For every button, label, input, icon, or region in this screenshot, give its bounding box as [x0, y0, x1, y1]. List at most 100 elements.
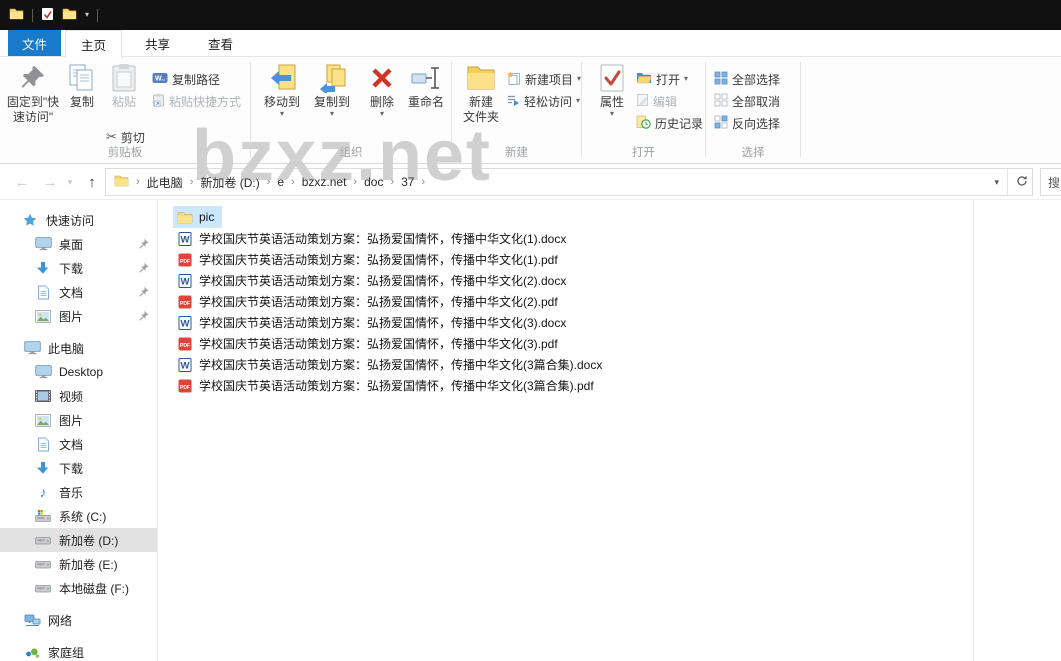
- breadcrumb-item-drive-d[interactable]: 新加卷 (D:): [200, 174, 259, 191]
- video-icon: [34, 390, 52, 402]
- folder-icon[interactable]: [9, 8, 24, 23]
- edit-button[interactable]: 编辑: [636, 91, 677, 111]
- copy-to-button[interactable]: 复制到 ▾: [308, 60, 356, 118]
- breadcrumb[interactable]: › 此电脑 › 新加卷 (D:) › e › bzxz.net › doc › …: [105, 168, 1033, 196]
- sidebar-item-documents[interactable]: 文档: [0, 280, 157, 304]
- sidebar-item-homegroup[interactable]: 家庭组: [0, 640, 157, 661]
- move-to-button[interactable]: 移动到 ▾: [258, 60, 306, 118]
- sidebar-item-pictures[interactable]: 图片: [0, 304, 157, 328]
- delete-button[interactable]: 删除 ▾: [362, 60, 402, 118]
- sidebar-item-drive-c[interactable]: 系统 (C:): [0, 504, 157, 528]
- chevron-icon[interactable]: ›: [390, 176, 394, 188]
- new-item-button[interactable]: 新建项目 ▾: [506, 69, 581, 89]
- easy-access-button[interactable]: 轻松访问 ▾: [506, 91, 580, 111]
- recent-locations-chevron-icon[interactable]: ▾: [62, 164, 78, 200]
- pdf-file-icon: PDF: [177, 295, 193, 309]
- svg-text:W: W: [181, 276, 190, 287]
- sidebar-item-downloads-pc[interactable]: 下载: [0, 456, 157, 480]
- file-item-pdf[interactable]: PDF 学校国庆节英语活动策划方案：弘扬爱国情怀，传播中华文化(3).pdf: [173, 333, 566, 354]
- chevron-down-icon: ▾: [330, 110, 334, 118]
- edit-icon: [636, 93, 649, 110]
- folder-icon[interactable]: [62, 8, 77, 23]
- sidebar-item-downloads[interactable]: 下载: [0, 256, 157, 280]
- tab-share[interactable]: 共享: [130, 30, 185, 56]
- breadcrumb-item-37[interactable]: 37: [401, 175, 414, 189]
- file-item-docx[interactable]: W 学校国庆节英语活动策划方案：弘扬爱国情怀，传播中华文化(3).docx: [173, 312, 574, 333]
- file-item-pdf[interactable]: PDF 学校国庆节英语活动策划方案：弘扬爱国情怀，传播中华文化(2).pdf: [173, 291, 566, 312]
- up-button[interactable]: ↑: [80, 164, 104, 200]
- system-drive-icon: [34, 510, 52, 522]
- word-file-icon: W: [177, 316, 193, 330]
- paste-shortcut-button[interactable]: 粘贴快捷方式: [152, 91, 241, 111]
- breadcrumb-item-this-pc[interactable]: 此电脑: [147, 174, 183, 191]
- svg-text:W..: W..: [155, 75, 165, 82]
- search-input[interactable]: 搜: [1040, 168, 1061, 196]
- select-all-button[interactable]: 全部选择: [714, 69, 780, 89]
- ribbon-tabs: 文件 主页 共享 查看: [0, 30, 1061, 57]
- file-item-pdf[interactable]: PDF 学校国庆节英语活动策划方案：弘扬爱国情怀，传播中华文化(1).pdf: [173, 249, 566, 270]
- sidebar-item-drive-d[interactable]: 新加卷 (D:): [0, 528, 157, 552]
- sidebar-item-this-pc[interactable]: 此电脑: [0, 336, 157, 360]
- rename-button[interactable]: 重命名: [403, 60, 449, 110]
- history-icon: [636, 115, 651, 132]
- invert-selection-button[interactable]: 反向选择: [714, 113, 780, 133]
- sidebar-item-videos[interactable]: 视频: [0, 384, 157, 408]
- open-button[interactable]: 打开 ▾: [636, 69, 688, 89]
- chevron-icon[interactable]: ›: [353, 176, 357, 188]
- tab-view[interactable]: 查看: [193, 30, 248, 56]
- breadcrumb-item-doc[interactable]: doc: [364, 175, 383, 189]
- computer-icon: [23, 341, 41, 355]
- chevron-down-icon[interactable]: ▾: [85, 11, 89, 19]
- tab-home[interactable]: 主页: [65, 30, 122, 58]
- properties-icon: [599, 60, 625, 95]
- new-folder-button[interactable]: 新建 文件夹: [458, 60, 504, 125]
- select-none-button[interactable]: 全部取消: [714, 91, 780, 111]
- select-all-icon: [714, 71, 728, 88]
- navigation-pane: 快速访问 桌面 下载 文档 图片 此电脑 Desktop 视频 图片 文档: [0, 200, 157, 661]
- breadcrumb-item-e[interactable]: e: [277, 175, 284, 189]
- sidebar-item-drive-f[interactable]: 本地磁盘 (F:): [0, 576, 157, 600]
- folder-item-pic[interactable]: pic: [173, 206, 222, 228]
- refresh-icon[interactable]: [1016, 175, 1028, 190]
- paste-button[interactable]: 粘贴: [102, 60, 146, 110]
- sidebar-item-documents-pc[interactable]: 文档: [0, 432, 157, 456]
- file-item-docx[interactable]: W 学校国庆节英语活动策划方案：弘扬爱国情怀，传播中华文化(1).docx: [173, 228, 574, 249]
- picture-icon: [34, 414, 52, 427]
- chevron-icon[interactable]: ›: [190, 176, 194, 188]
- sidebar-item-pictures-pc[interactable]: 图片: [0, 408, 157, 432]
- chevron-icon[interactable]: ›: [421, 176, 425, 188]
- sidebar-item-desktop[interactable]: 桌面: [0, 232, 157, 256]
- file-item-docx[interactable]: W 学校国庆节英语活动策划方案：弘扬爱国情怀，传播中华文化(2).docx: [173, 270, 574, 291]
- file-item-docx[interactable]: W 学校国庆节英语活动策划方案：弘扬爱国情怀，传播中华文化(3篇合集).docx: [173, 354, 610, 375]
- pin-icon: [20, 60, 46, 95]
- copy-button[interactable]: 复制: [62, 60, 102, 110]
- sidebar-item-desktop-folder[interactable]: Desktop: [0, 360, 157, 384]
- group-select: 全部选择 全部取消 反向选择 选择: [706, 57, 800, 163]
- history-button[interactable]: 历史记录: [636, 113, 703, 133]
- sidebar-item-music[interactable]: ♪ 音乐: [0, 480, 157, 504]
- copy-path-button[interactable]: W.. 复制路径: [152, 69, 220, 89]
- copy-icon: [68, 60, 96, 95]
- chevron-icon[interactable]: ›: [267, 176, 271, 188]
- properties-check-icon[interactable]: [41, 7, 54, 24]
- address-dropdown-chevron-icon[interactable]: ▾: [994, 177, 999, 188]
- desktop-icon: [34, 237, 52, 251]
- file-item-pdf[interactable]: PDF 学校国庆节英语活动策划方案：弘扬爱国情怀，传播中华文化(3篇合集).pd…: [173, 375, 602, 396]
- breadcrumb-item-bzxz[interactable]: bzxz.net: [302, 175, 347, 189]
- group-label-open: 打开: [582, 144, 705, 160]
- group-label-clipboard: 剪贴板: [0, 144, 250, 160]
- properties-button[interactable]: 属性 ▾: [594, 60, 630, 118]
- svg-text:W: W: [181, 234, 190, 245]
- back-button[interactable]: ←: [10, 164, 34, 200]
- drive-icon: [34, 535, 52, 546]
- sidebar-item-quick-access[interactable]: 快速访问: [0, 208, 157, 232]
- tab-file[interactable]: 文件: [8, 30, 61, 56]
- drive-icon: [34, 583, 52, 594]
- chevron-icon[interactable]: ›: [291, 176, 295, 188]
- pin-to-quick-access-button[interactable]: 固定到"快 速访问": [4, 60, 62, 125]
- forward-button[interactable]: →: [38, 164, 62, 200]
- sidebar-item-network[interactable]: 网络: [0, 608, 157, 632]
- sidebar-item-drive-e[interactable]: 新加卷 (E:): [0, 552, 157, 576]
- group-organize: 移动到 ▾ 复制到 ▾ 删除 ▾ 重命名 组织: [251, 57, 451, 163]
- group-label-organize: 组织: [251, 144, 451, 160]
